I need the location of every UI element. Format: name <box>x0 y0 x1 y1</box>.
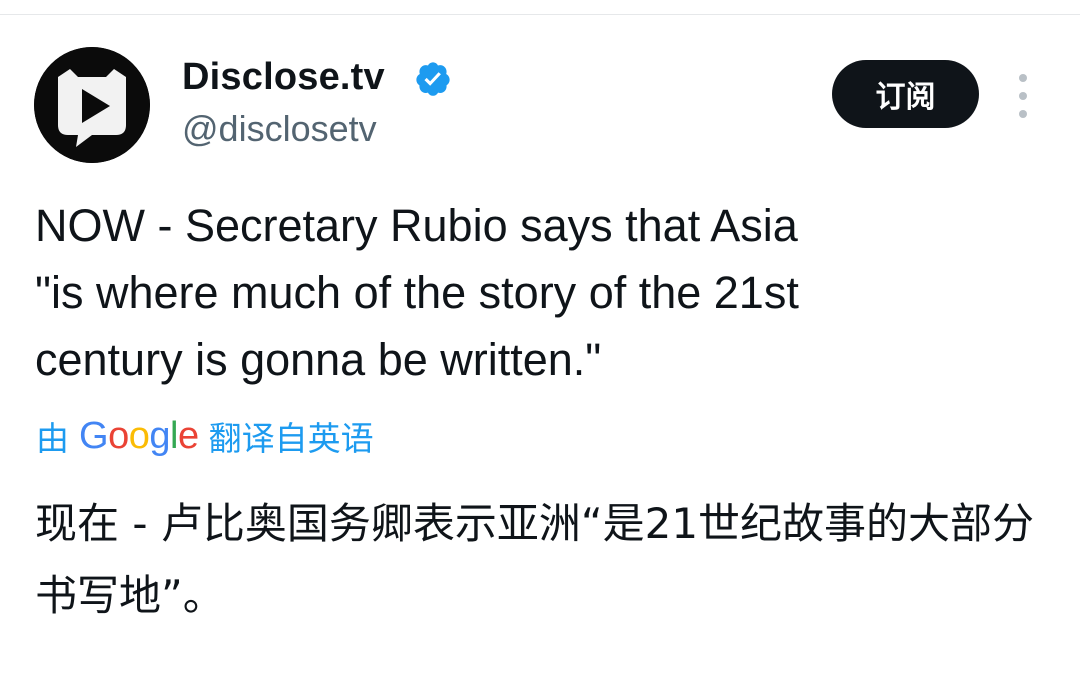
avatar[interactable] <box>34 47 150 163</box>
more-dot <box>1019 74 1027 82</box>
display-name[interactable]: Disclose.tv <box>182 56 385 99</box>
translation-suffix: 翻译自英语 <box>208 419 374 458</box>
translation-prefix: 由 <box>36 419 69 458</box>
more-dot <box>1019 110 1027 118</box>
translated-by[interactable]: 由 Google 翻译自英语 <box>36 412 374 460</box>
more-dot <box>1019 92 1027 100</box>
tweet-text: NOW - Secretary Rubio says that Asia "is… <box>35 200 799 385</box>
more-vertical-icon[interactable] <box>1010 74 1036 118</box>
verified-badge-icon <box>416 62 450 96</box>
google-logo: Google <box>79 414 199 457</box>
top-divider <box>0 14 1080 15</box>
handle[interactable]: @disclosetv <box>182 108 377 150</box>
play-logo-icon <box>34 47 150 163</box>
translated-text: 现在 - 卢比奥国务卿表示亚洲“是21世纪故事的大部分书写地”。 <box>35 499 1035 620</box>
subscribe-button[interactable]: 订阅 <box>832 60 979 128</box>
